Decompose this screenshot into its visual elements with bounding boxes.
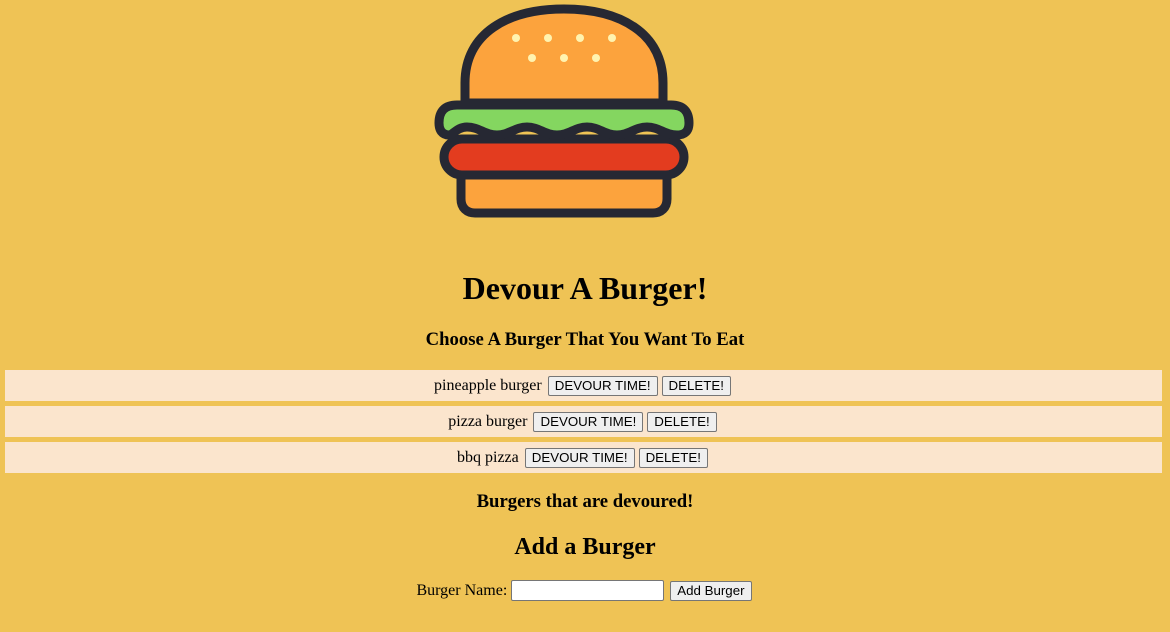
burger-name: bbq pizza [457, 448, 519, 466]
add-burger-form: Burger Name: Add Burger [0, 580, 1170, 601]
page-subtitle: Choose A Burger That You Want To Eat [425, 329, 745, 350]
delete-button[interactable]: DELETE! [661, 375, 731, 396]
devoured-section-title: Burgers that are devoured! [476, 491, 694, 512]
delete-button[interactable]: DELETE! [638, 447, 708, 468]
devour-button[interactable]: DEVOUR TIME! [533, 411, 644, 432]
hamburger-icon [434, 4, 694, 218]
burger-logo [433, 3, 695, 221]
burger-name-label: Burger Name: [416, 581, 508, 599]
burger-row: pineapple burger DEVOUR TIME! DELETE! [5, 370, 1162, 401]
add-burger-title: Add a Burger [514, 534, 656, 560]
delete-button[interactable]: DELETE! [647, 411, 717, 432]
burger-row: bbq pizza DEVOUR TIME! DELETE! [5, 442, 1162, 473]
burger-name: pizza burger [448, 412, 528, 430]
burger-row: pizza burger DEVOUR TIME! DELETE! [5, 406, 1162, 437]
burger-name: pineapple burger [434, 376, 542, 394]
page-title: Devour A Burger! [462, 270, 708, 306]
devour-button[interactable]: DEVOUR TIME! [524, 447, 635, 468]
devour-button[interactable]: DEVOUR TIME! [547, 375, 658, 396]
add-burger-button[interactable]: Add Burger [670, 580, 752, 601]
burger-list: pineapple burger DEVOUR TIME! DELETE! pi… [5, 370, 1162, 478]
burger-name-input[interactable] [511, 580, 665, 601]
